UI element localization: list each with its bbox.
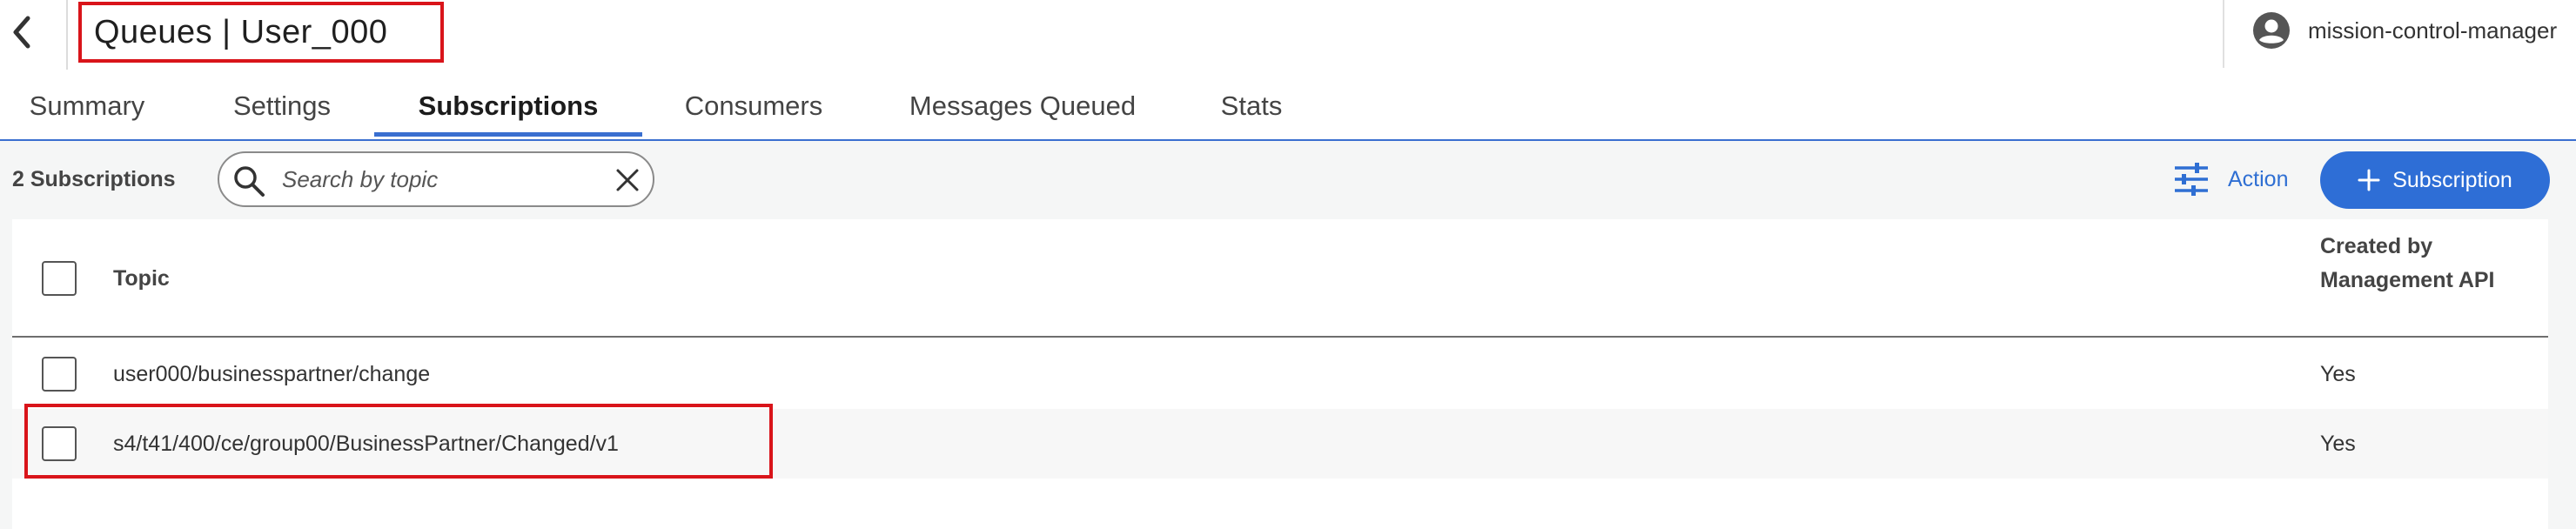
tab-summary[interactable]: Summary <box>0 75 174 137</box>
row-checkbox[interactable] <box>42 426 77 461</box>
created-by-cell: Yes <box>2320 432 2356 456</box>
table-row[interactable]: user000/businesspartner/change Yes <box>12 339 2548 409</box>
table-header: Topic Created by Management API <box>12 219 2548 338</box>
table-row[interactable]: s4/t41/400/ce/group00/BusinessPartner/Ch… <box>12 409 2548 479</box>
add-subscription-button[interactable]: Subscription <box>2320 151 2550 209</box>
page-header: Queues | User_000 mission-control-manage… <box>0 0 2576 70</box>
row-checkbox[interactable] <box>42 357 77 392</box>
topic-cell: s4/t41/400/ce/group00/BusinessPartner/Ch… <box>113 432 619 456</box>
close-icon[interactable] <box>613 165 642 195</box>
subscription-count: 2 Subscriptions <box>12 167 176 191</box>
queue-subscriptions-page: Queues | User_000 mission-control-manage… <box>0 0 2576 529</box>
user-name: mission-control-manager <box>2308 17 2558 44</box>
tab-bar: Summary Settings Subscriptions Consumers… <box>0 75 2576 141</box>
tab-subscriptions[interactable]: Subscriptions <box>374 75 642 137</box>
action-button[interactable]: Action <box>2172 155 2288 204</box>
created-by-cell: Yes <box>2320 362 2356 386</box>
user-area-divider <box>2223 0 2224 68</box>
page-title: Queues | User_000 <box>94 13 388 50</box>
header-divider <box>66 0 68 70</box>
column-header-topic: Topic <box>113 266 170 291</box>
chevron-left-icon <box>13 16 30 49</box>
subscriptions-panel: 2 Subscriptions Action <box>0 141 2576 529</box>
title-highlight-box: Queues | User_000 <box>78 2 444 63</box>
add-subscription-label: Subscription <box>2392 167 2512 192</box>
sliders-icon <box>2175 163 2208 196</box>
account-circle-icon <box>2253 12 2290 49</box>
search-box[interactable] <box>218 151 654 207</box>
search-icon <box>234 166 265 197</box>
select-all-checkbox[interactable] <box>42 261 77 296</box>
column-header-created-by: Created by Management API <box>2320 234 2495 292</box>
plus-icon <box>2358 169 2380 191</box>
subscriptions-table: Topic Created by Management API user000/… <box>12 219 2548 529</box>
tab-messages-queued[interactable]: Messages Queued <box>888 75 1157 137</box>
tab-stats[interactable]: Stats <box>1196 75 1307 137</box>
back-button[interactable] <box>0 3 44 61</box>
action-label: Action <box>2228 166 2289 191</box>
search-input[interactable] <box>282 162 595 197</box>
tab-settings[interactable]: Settings <box>209 75 355 137</box>
tab-consumers[interactable]: Consumers <box>670 75 837 137</box>
topic-cell: user000/businesspartner/change <box>113 362 431 386</box>
user-menu[interactable]: mission-control-manager <box>2252 10 2576 50</box>
active-tab-indicator <box>374 132 642 137</box>
